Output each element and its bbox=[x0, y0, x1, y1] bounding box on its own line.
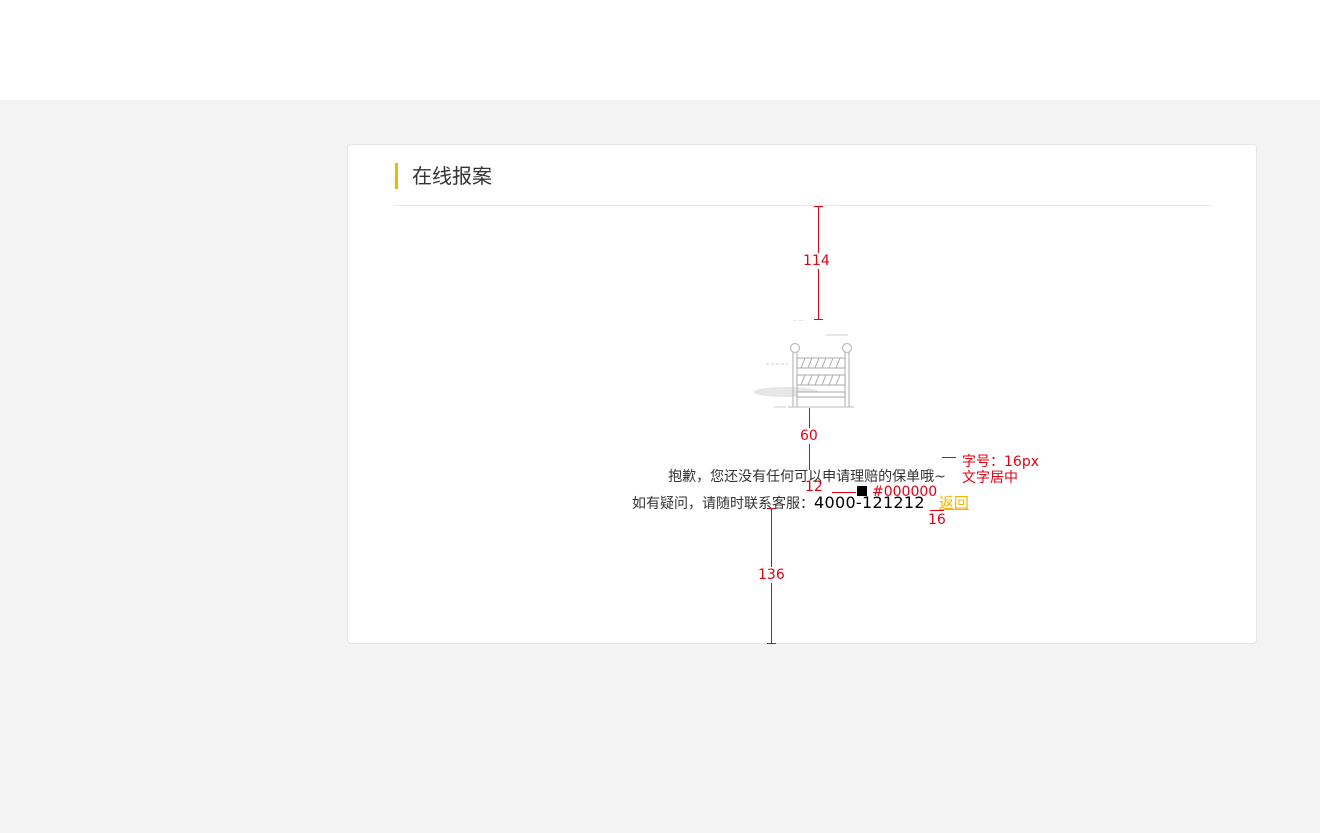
spacing-cap bbox=[814, 206, 823, 207]
spacing-cap bbox=[767, 508, 776, 509]
spacing-cap bbox=[767, 643, 776, 644]
title-accent-bar bbox=[395, 163, 398, 189]
spacing-cap bbox=[814, 319, 823, 320]
color-swatch bbox=[857, 486, 867, 496]
card-header: 在线报案 bbox=[395, 163, 492, 189]
annotation-pointer-line bbox=[942, 457, 956, 458]
page-title: 在线报案 bbox=[412, 164, 492, 188]
road-barrier-icon bbox=[753, 320, 854, 408]
spacing-label-top: 114 bbox=[803, 253, 830, 269]
contact-prefix: 如有疑问，请随时联系客服： bbox=[632, 496, 814, 512]
header-divider bbox=[394, 205, 1212, 206]
spacing-label-lines: 12 bbox=[805, 479, 823, 495]
color-pointer-line bbox=[832, 492, 856, 493]
report-card: 在线报案 抱歉，您还没有任何可以申请理赔的保单哦~ 如有疑问，请随时联系客服：4… bbox=[347, 144, 1257, 644]
spacing-label-image-text: 60 bbox=[800, 428, 818, 444]
spacing-label-link: 16 bbox=[928, 512, 946, 528]
top-header-bar bbox=[0, 0, 1320, 100]
color-note: #000000 bbox=[872, 484, 938, 500]
align-note: 文字居中 bbox=[962, 470, 1018, 486]
spacing-label-bottom: 136 bbox=[758, 567, 785, 583]
spacing-line-link bbox=[930, 510, 944, 511]
